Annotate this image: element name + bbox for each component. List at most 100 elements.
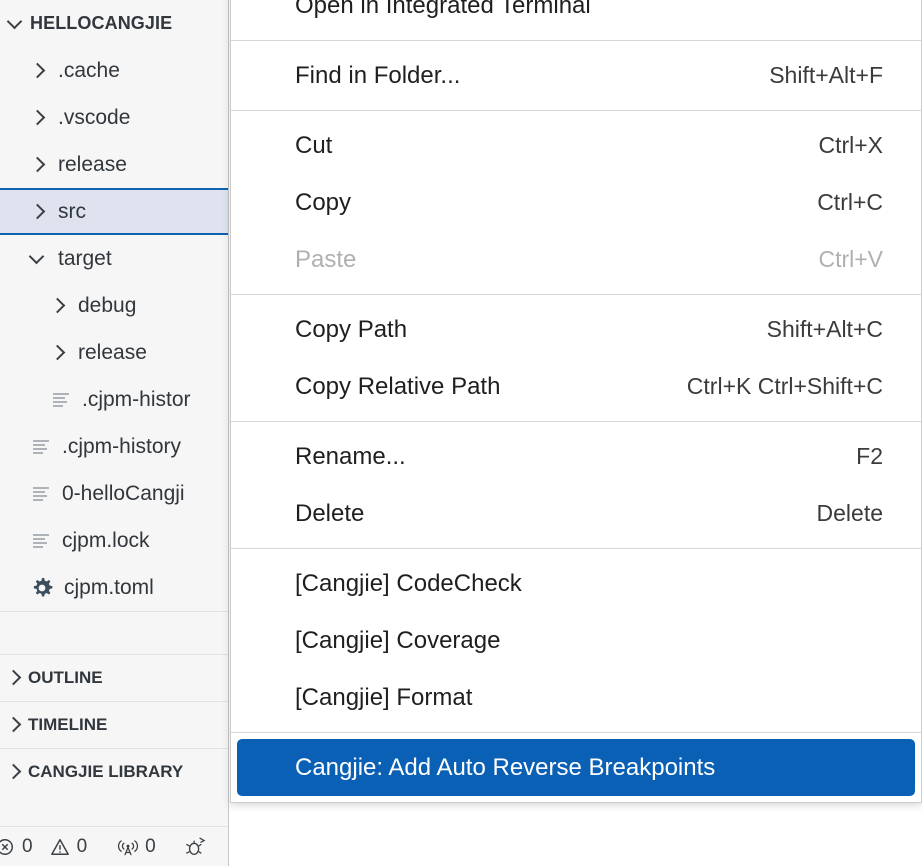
- chevron-down-icon[interactable]: [6, 14, 26, 34]
- menu-item-label: Cangjie: Add Auto Reverse Breakpoints: [295, 753, 716, 781]
- status-debug[interactable]: [184, 836, 206, 857]
- tree-item-label: .vscode: [58, 105, 131, 129]
- menu-item-cangjie-add-auto-reverse-breakpoints[interactable]: Cangjie: Add Auto Reverse Breakpoints: [237, 739, 915, 796]
- menu-item-label: Delete: [295, 499, 365, 527]
- file-lines-icon: [33, 439, 49, 454]
- menu-group: Find in Folder... Shift+Alt+F: [231, 41, 921, 110]
- menu-item-label: [Cangjie] Format: [295, 683, 473, 711]
- chevron-right-icon[interactable]: [4, 668, 24, 688]
- file-lines-icon: [33, 486, 49, 501]
- menu-item-delete[interactable]: Delete Delete: [231, 485, 921, 542]
- explorer-sidebar: HELLOCANGJIE .cache .vscode release src targ…: [0, 0, 229, 866]
- warning-count: 0: [76, 835, 88, 857]
- menu-item-label: [Cangjie] CodeCheck: [295, 569, 522, 597]
- tree-item-label: debug: [78, 293, 137, 317]
- menu-item-open-in-integrated-terminal[interactable]: Open in Integrated Terminal: [231, 0, 921, 34]
- gear-icon: [33, 577, 53, 596]
- tree-item-label: release: [58, 152, 127, 176]
- menu-item-shortcut: Delete: [816, 500, 883, 526]
- menu-group: [Cangjie] CodeCheck [Cangjie] Coverage [Ca…: [231, 549, 921, 732]
- menu-item-copy[interactable]: Copy Ctrl+C: [231, 174, 921, 231]
- sidebar-section-cangjie-library[interactable]: CANGJIE LIBRARY: [0, 748, 228, 795]
- menu-item-label: Find in Folder...: [295, 61, 461, 89]
- project-name: HELLOCANGJIE: [30, 13, 173, 33]
- status-errors[interactable]: 0: [0, 836, 33, 858]
- tree-item-label: release: [78, 340, 147, 364]
- tree-item-debug[interactable]: debug: [0, 282, 228, 329]
- tree-item-label: 0-helloCangji: [62, 481, 185, 505]
- explorer-project-header[interactable]: HELLOCANGJIE: [0, 0, 228, 47]
- chevron-right-icon[interactable]: [28, 155, 48, 175]
- menu-item-find-in-folder[interactable]: Find in Folder... Shift+Alt+F: [231, 47, 921, 104]
- tree-item-cjpm-histor[interactable]: .cjpm-histor: [0, 376, 228, 423]
- chevron-down-icon[interactable]: [28, 249, 48, 269]
- menu-item-shortcut: Shift+Alt+F: [769, 62, 883, 88]
- menu-item-shortcut: Ctrl+K Ctrl+Shift+C: [686, 373, 883, 399]
- chevron-right-icon[interactable]: [28, 108, 48, 128]
- menu-item-label: Copy Relative Path: [295, 372, 501, 400]
- sidebar-section-label: CANGJIE LIBRARY: [28, 762, 184, 781]
- chevron-right-icon[interactable]: [48, 296, 68, 316]
- chevron-right-icon[interactable]: [4, 715, 24, 735]
- menu-item-copy-relative-path[interactable]: Copy Relative Path Ctrl+K Ctrl+Shift+C: [231, 358, 921, 415]
- menu-item-label: Copy: [295, 188, 352, 216]
- menu-group: Open in Integrated Terminal: [231, 0, 921, 40]
- tree-item-label: cjpm.lock: [62, 528, 150, 552]
- menu-group: Rename... F2 Delete Delete: [231, 422, 921, 548]
- menu-item-shortcut: Ctrl+V: [818, 246, 883, 272]
- chevron-right-icon[interactable]: [28, 202, 48, 222]
- error-count: 0: [22, 835, 33, 857]
- tree-item-cjpm-toml[interactable]: cjpm.toml: [0, 564, 228, 611]
- tree-item-cache[interactable]: .cache: [0, 47, 228, 94]
- menu-item-label: Cut: [295, 131, 333, 159]
- tree-item-0-hellocangji[interactable]: 0-helloCangji: [0, 470, 228, 517]
- tree-item-label: .cache: [58, 58, 120, 82]
- tree-item-target[interactable]: target: [0, 235, 228, 282]
- chevron-right-icon[interactable]: [28, 61, 48, 81]
- status-bar: 0 0 0: [0, 826, 228, 866]
- chevron-right-icon[interactable]: [4, 762, 24, 782]
- menu-item-label: Paste: [295, 245, 357, 273]
- menu-item-copy-path[interactable]: Copy Path Shift+Alt+C: [231, 301, 921, 358]
- tree-item-release[interactable]: release: [0, 329, 228, 376]
- chevron-right-icon[interactable]: [48, 343, 68, 363]
- radio-count: 0: [145, 835, 156, 857]
- error-circle-icon: [0, 838, 13, 855]
- sidebar-section-outline[interactable]: OUTLINE: [0, 654, 228, 701]
- menu-item-shortcut: Ctrl+C: [817, 189, 883, 215]
- menu-item-cangjie-format[interactable]: [Cangjie] Format: [231, 669, 921, 726]
- tree-item-release[interactable]: release: [0, 141, 228, 188]
- bug-icon: [185, 836, 206, 855]
- menu-item-label: Copy Path: [295, 315, 408, 343]
- menu-item-rename[interactable]: Rename... F2: [231, 428, 921, 485]
- menu-item-label: Rename...: [295, 442, 406, 470]
- sidebar-section-label: TIMELINE: [28, 715, 108, 734]
- menu-group: Copy Path Shift+Alt+C Copy Relative Path Ct…: [231, 295, 921, 421]
- tree-item-src[interactable]: src: [0, 188, 228, 235]
- sidebar-sections: OUTLINE TIMELINE CANGJIE LIBRARY: [0, 654, 228, 795]
- status-warnings[interactable]: 0: [49, 835, 88, 858]
- menu-group: Cangjie: Add Auto Reverse Breakpoints: [231, 733, 921, 802]
- radio-tower-icon: [118, 839, 139, 855]
- warning-triangle-icon: [50, 838, 69, 855]
- tree-item-label: .cjpm-histor: [82, 387, 191, 411]
- file-lines-icon: [33, 533, 49, 548]
- menu-item-shortcut: F2: [856, 443, 883, 469]
- menu-item-cangjie-coverage[interactable]: [Cangjie] Coverage: [231, 612, 921, 669]
- menu-item-shortcut: Ctrl+X: [818, 132, 883, 158]
- file-tree: .cache .vscode release src target debug releas…: [0, 47, 228, 611]
- tree-empty-space: [0, 611, 228, 654]
- menu-item-cut[interactable]: Cut Ctrl+X: [231, 117, 921, 174]
- tree-item-vscode[interactable]: .vscode: [0, 94, 228, 141]
- tree-item-cjpm-history[interactable]: .cjpm-history: [0, 423, 228, 470]
- tree-item-label: cjpm.toml: [64, 575, 154, 599]
- tree-item-label: src: [58, 199, 86, 223]
- tree-item-label: .cjpm-history: [62, 434, 182, 458]
- menu-group: Cut Ctrl+X Copy Ctrl+C Paste Ctrl+V: [231, 111, 921, 294]
- sidebar-section-timeline[interactable]: TIMELINE: [0, 701, 228, 748]
- tree-item-cjpm-lock[interactable]: cjpm.lock: [0, 517, 228, 564]
- status-radio-tower[interactable]: 0: [117, 836, 156, 858]
- menu-item-cangjie-codecheck[interactable]: [Cangjie] CodeCheck: [231, 555, 921, 612]
- menu-item-shortcut: Shift+Alt+C: [766, 316, 883, 342]
- menu-item-label: Open in Integrated Terminal: [295, 0, 591, 19]
